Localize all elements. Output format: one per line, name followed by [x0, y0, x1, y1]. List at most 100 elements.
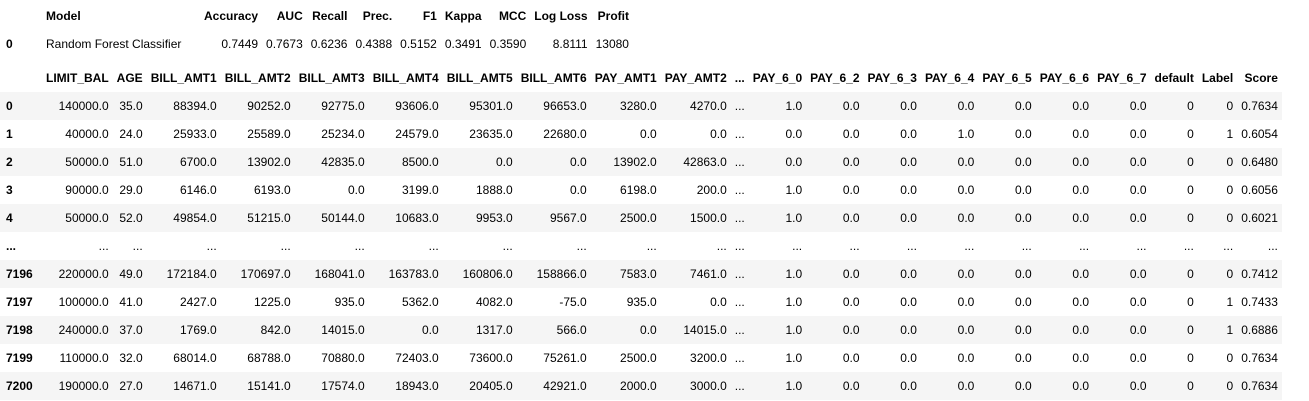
table-cell: 1769.0 [179, 323, 217, 337]
metrics-header-row: Model Accuracy AUC Recall Prec. F1 Kappa MCC Log… [0, 2, 633, 30]
table-cell: 0.3590 [489, 37, 527, 51]
column-header: Kappa [444, 9, 482, 23]
table-cell: 0.0 [1072, 351, 1090, 365]
table-cell: 158866.0 [536, 267, 587, 281]
table-cell: 0.0 [842, 323, 860, 337]
table-cell: 1 [1226, 295, 1234, 309]
predictions-header-row: LIMIT_BAL AGE BILL_AMT1 BILL_AMT2 BILL_AMT3 B… [0, 64, 1282, 92]
table-cell: 0 [1187, 211, 1194, 225]
table-cell: 0.0 [900, 351, 917, 365]
table-cell: 110000.0 [59, 351, 109, 365]
table-cell: 0.3491 [444, 37, 482, 51]
table-cell: 6193.0 [253, 183, 291, 197]
table-cell: 0.0 [842, 267, 860, 281]
table-row: 7198 240000.0 37.0 1769.0 842.0 14015.0 0.0 131… [0, 316, 1282, 344]
table-cell: 0.0 [900, 155, 917, 169]
metrics-body: 0 Random Forest Classifier 0.7449 0.7673 0.6… [0, 30, 633, 58]
column-header: Prec. [362, 9, 393, 23]
table-cell: ... [206, 239, 217, 253]
table-cell: 6146.0 [179, 183, 217, 197]
table-cell: 172184.0 [166, 267, 217, 281]
table-cell: 68014.0 [173, 351, 217, 365]
table-cell: 1225.0 [253, 295, 291, 309]
table-cell: 0.0 [1015, 267, 1032, 281]
table-cell: 24579.0 [395, 127, 439, 141]
table-cell: 7461.0 [690, 267, 727, 281]
column-header: LIMIT_BAL [46, 71, 109, 85]
table-cell: 0.0 [570, 183, 587, 197]
table-cell: 14015.0 [321, 323, 365, 337]
predictions-header: LIMIT_BAL AGE BILL_AMT1 BILL_AMT2 BILL_AMT3 B… [0, 64, 1282, 92]
table-cell: 0.0 [1072, 267, 1090, 281]
table-cell: 0.0 [640, 323, 657, 337]
table-cell: 0.0 [1129, 351, 1147, 365]
table-cell: 0.0 [900, 295, 917, 309]
table-cell: 9567.0 [549, 211, 587, 225]
table-cell: 1.0 [785, 351, 803, 365]
metrics-header: Model Accuracy AUC Recall Prec. F1 Kappa MCC Log… [0, 2, 633, 30]
table-row: ........................................… [0, 232, 1282, 260]
table-cell: ... [1267, 239, 1278, 253]
table-cell: 0.0 [1072, 127, 1090, 141]
index-header [0, 64, 42, 92]
table-cell: 0.0 [1072, 211, 1090, 225]
index-header [0, 2, 42, 30]
table-row: 7196 220000.0 49.0 172184.0 170697.0 168041.0… [0, 260, 1282, 288]
column-header: BILL_AMT6 [520, 71, 587, 85]
table-cell: 0.6056 [1241, 183, 1278, 197]
table-cell: 40000.0 [65, 127, 109, 141]
table-cell: 0.0 [1072, 99, 1090, 113]
table-cell: ... [734, 379, 745, 393]
table-cell: 0.7634 [1241, 379, 1278, 393]
predictions-body: 0 140000.0 35.0 88394.0 90252.0 92775.0 93606.… [0, 92, 1282, 400]
table-cell: 2000.0 [620, 379, 657, 393]
table-cell: 50000.0 [65, 155, 109, 169]
table-cell: 52.0 [119, 211, 143, 225]
table-cell: 0.0 [900, 379, 917, 393]
table-cell: 0 [1187, 379, 1194, 393]
table-cell: 0.0 [1129, 99, 1147, 113]
table-cell: 0.0 [842, 155, 860, 169]
table-cell: 0.0 [957, 211, 975, 225]
table-cell: 168041.0 [314, 267, 365, 281]
table-cell: 42863.0 [683, 155, 727, 169]
table-cell: 0.0 [348, 183, 365, 197]
table-cell: 0.5152 [400, 37, 437, 51]
column-header: Profit [597, 9, 629, 23]
table-cell: 14015.0 [683, 323, 727, 337]
table-cell: 842.0 [260, 323, 291, 337]
table-cell: 0 [1187, 183, 1194, 197]
table-cell: 15141.0 [247, 379, 291, 393]
table-cell: 0.0 [1129, 211, 1147, 225]
table-cell: 0.0 [1015, 127, 1032, 141]
table-cell: 0.0 [1129, 267, 1147, 281]
table-cell: 70880.0 [321, 351, 365, 365]
table-cell: 0.7634 [1241, 99, 1278, 113]
table-cell: 0 [1226, 99, 1234, 113]
table-row: 7197 100000.0 41.0 2427.0 1225.0 935.0 5362.0 4… [0, 288, 1282, 316]
table-cell: 0.0 [1072, 155, 1090, 169]
table-cell: ... [734, 267, 745, 281]
table-cell: 0 [1187, 267, 1194, 281]
table-cell: 42835.0 [321, 155, 365, 169]
table-cell: 0.0 [842, 295, 860, 309]
table-cell: 92775.0 [321, 99, 365, 113]
column-header: BILL_AMT1 [150, 71, 217, 85]
table-cell: ... [792, 239, 803, 253]
table-cell: ... [734, 155, 745, 169]
table-cell: 0.0 [900, 99, 917, 113]
table-cell: 1.0 [785, 211, 803, 225]
table-cell: 1.0 [785, 267, 803, 281]
table-cell: 90252.0 [247, 99, 291, 113]
table-cell: 100000.0 [58, 295, 109, 309]
table-cell: 49854.0 [173, 211, 217, 225]
table-cell: 14671.0 [173, 379, 217, 393]
table-row: 2 50000.0 51.0 6700.0 13902.0 42835.0 8500.0 0.… [0, 148, 1282, 176]
table-cell: 3200.0 [690, 351, 727, 365]
column-header: ... [734, 71, 745, 85]
table-cell: 51.0 [119, 155, 143, 169]
column-header: Model [46, 9, 81, 23]
column-header: PAY_6_6 [1039, 71, 1090, 85]
table-cell: ... [734, 239, 745, 253]
metrics-table: Model Accuracy AUC Recall Prec. F1 Kappa MCC Log… [0, 2, 633, 58]
